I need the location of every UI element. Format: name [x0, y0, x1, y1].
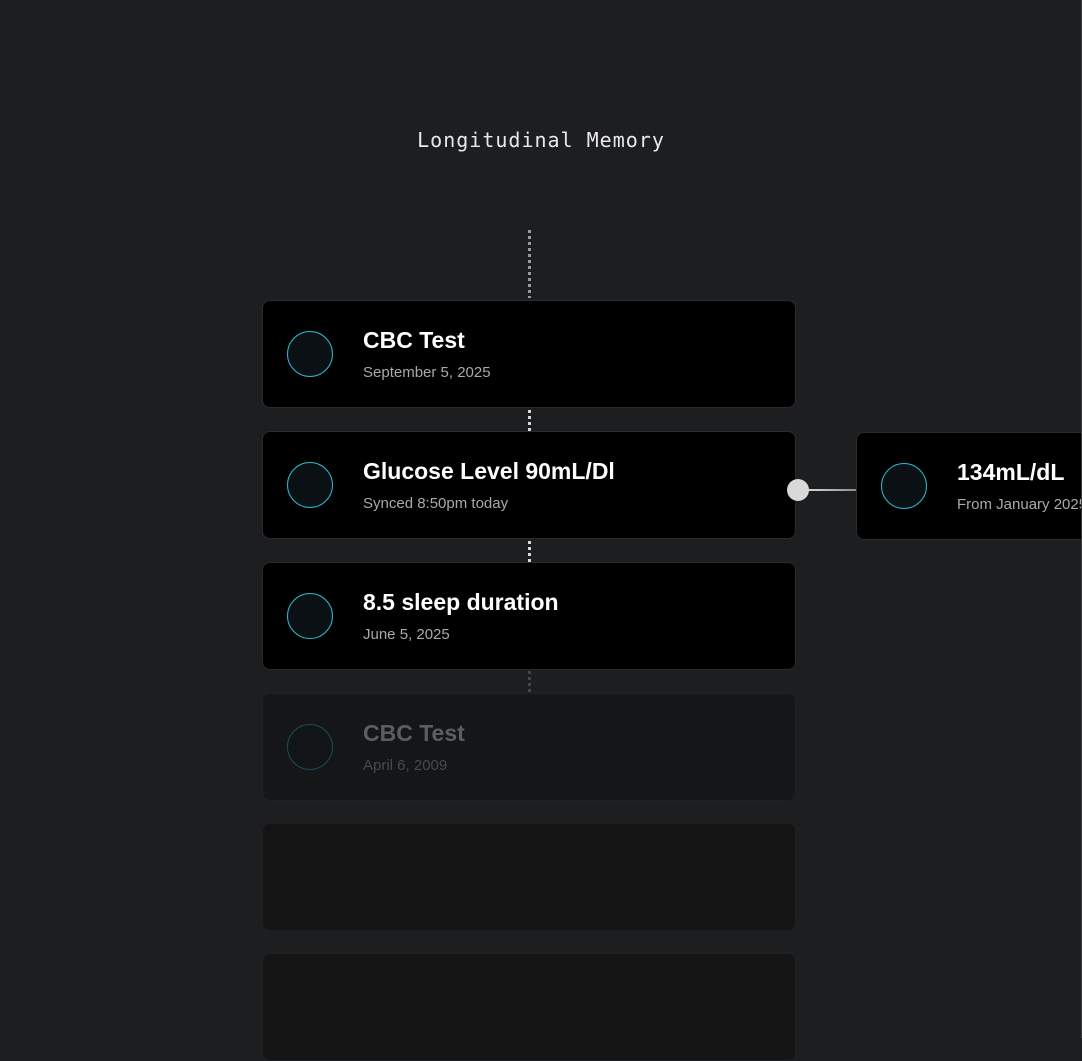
timeline-connector: [528, 410, 531, 432]
timeline-item-date: April 6, 2009: [363, 757, 448, 774]
timeline-item-placeholder: [262, 823, 796, 931]
page-title: Longitudinal Memory: [417, 128, 665, 152]
timeline-item-title: CBC Test: [363, 327, 465, 353]
circle-outline-icon: [287, 462, 333, 508]
timeline-item-sync-status: Synced 8:50pm today: [363, 495, 509, 512]
circle-outline-icon: [287, 593, 333, 639]
comparison-value: 134mL/dL: [957, 459, 1065, 485]
comparison-connector-handle[interactable]: [787, 479, 809, 501]
comparison-card[interactable]: 134mL/dL From January 2025: [856, 432, 1082, 540]
timeline-item-cbc-test[interactable]: CBC Test September 5, 2025: [262, 300, 796, 408]
timeline-item-placeholder: [262, 953, 796, 1061]
timeline-item-title: Glucose Level 90mL/Dl: [363, 458, 615, 484]
comparison-source: From January 2025: [957, 496, 1082, 513]
timeline-item-glucose-level[interactable]: Glucose Level 90mL/Dl Synced 8:50pm toda…: [262, 431, 796, 539]
circle-outline-icon: [287, 331, 333, 377]
timeline-connector: [528, 541, 531, 563]
timeline-item-date: June 5, 2025: [363, 626, 450, 643]
circle-outline-icon: [881, 463, 927, 509]
timeline-connector-top: [528, 230, 531, 298]
timeline-item-title: 8.5 sleep duration: [363, 589, 559, 615]
circle-outline-icon: [287, 724, 333, 770]
comparison-connector-line: [806, 489, 858, 491]
timeline-item-date: September 5, 2025: [363, 364, 491, 381]
timeline-item-cbc-test-archived[interactable]: CBC Test April 6, 2009: [262, 693, 796, 801]
timeline-item-sleep-duration[interactable]: 8.5 sleep duration June 5, 2025: [262, 562, 796, 670]
timeline-item-title: CBC Test: [363, 720, 465, 746]
